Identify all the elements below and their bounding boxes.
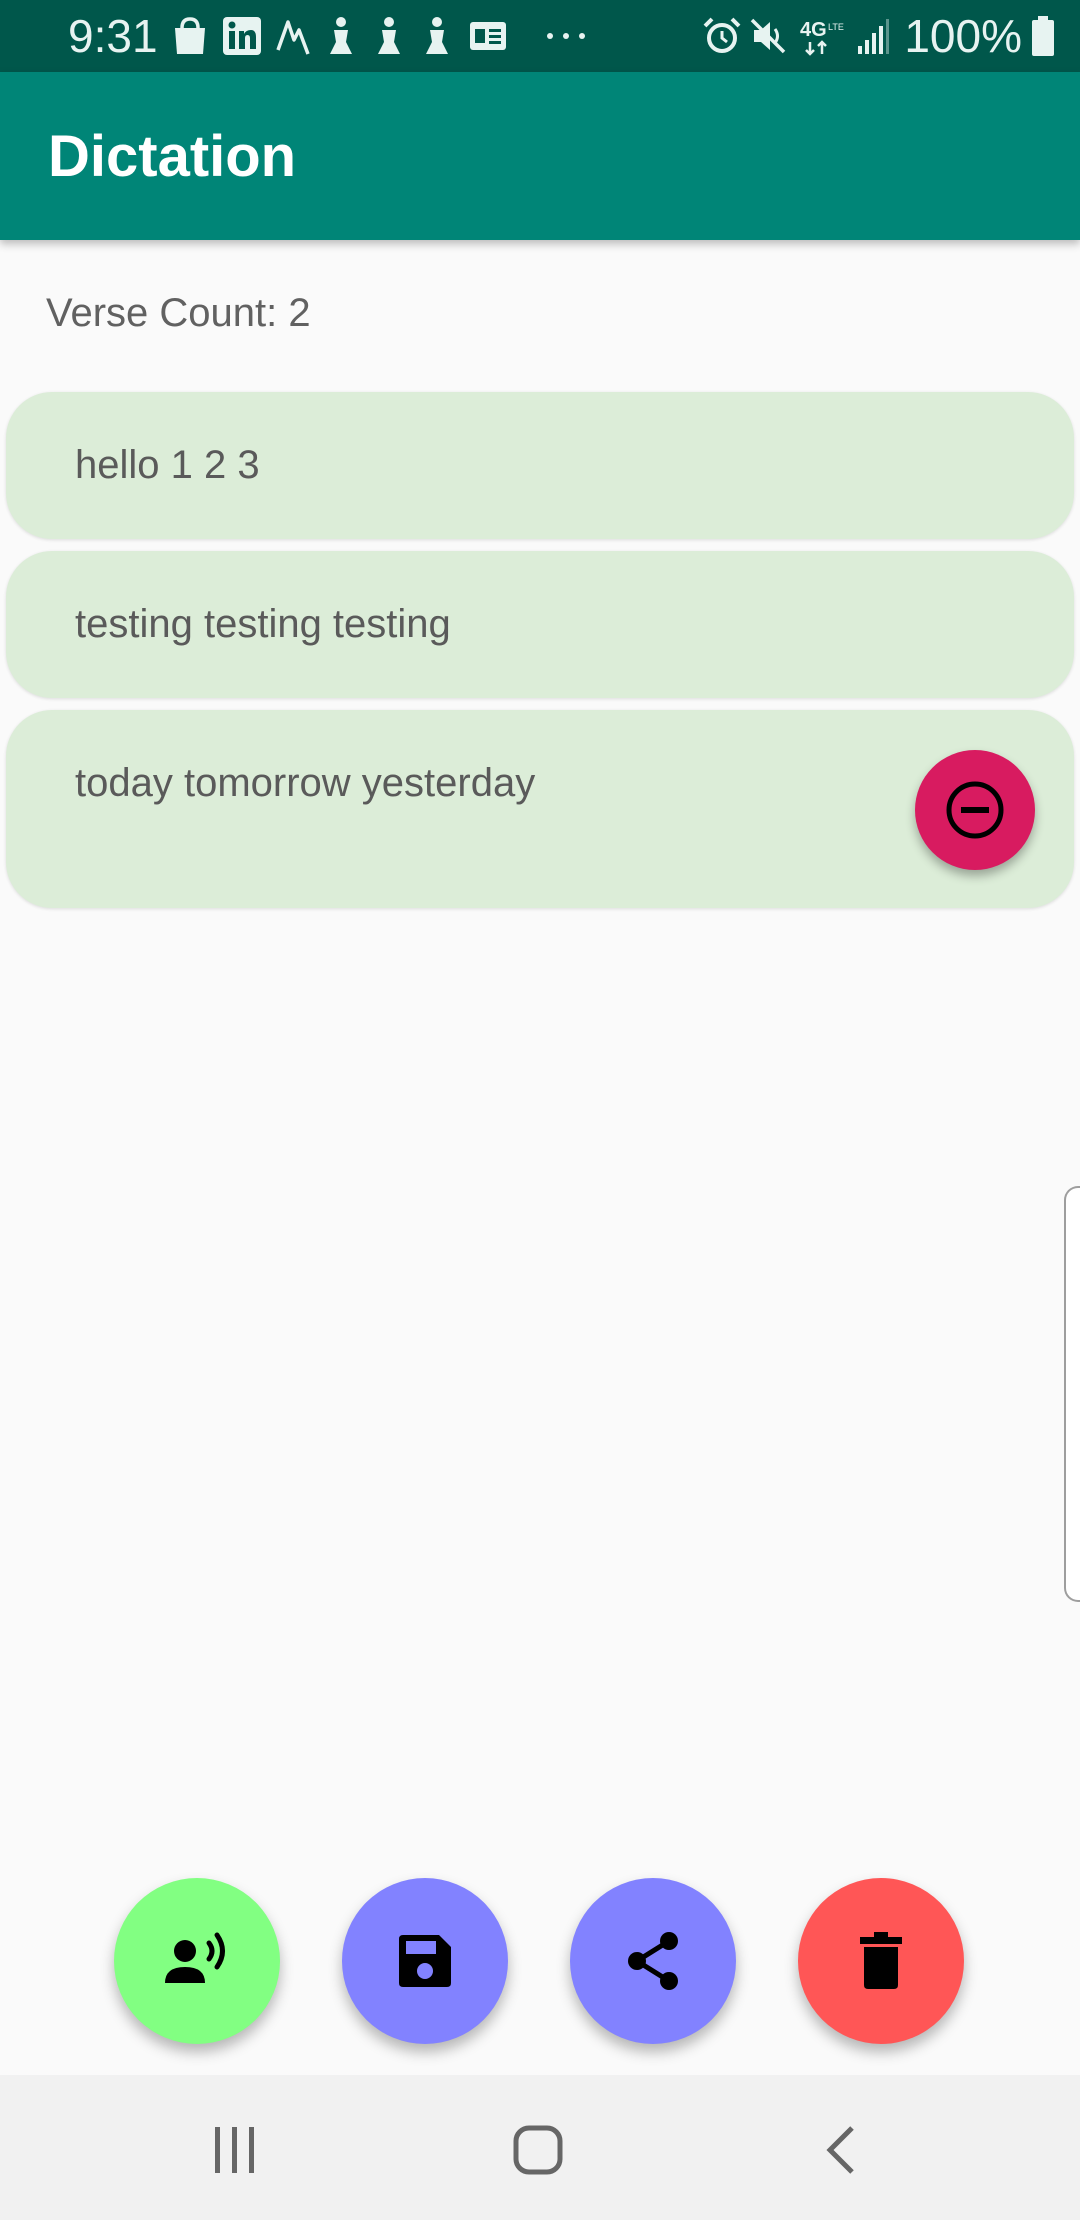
scroll-handle[interactable] bbox=[1064, 1186, 1080, 1602]
verse-text: today tomorrow yesterday bbox=[75, 761, 536, 805]
card-icon bbox=[470, 22, 506, 50]
dictate-button[interactable] bbox=[114, 1878, 280, 2044]
trash-icon bbox=[860, 1932, 902, 1989]
verse-text: hello 1 2 3 bbox=[75, 443, 260, 487]
status-time: 9:31 bbox=[68, 10, 158, 62]
app-bar: Dictation bbox=[0, 72, 1080, 240]
linkedin-icon bbox=[223, 17, 261, 55]
verse-card[interactable]: testing testing testing bbox=[6, 551, 1074, 698]
save-icon bbox=[399, 1935, 451, 1987]
notification-icons bbox=[172, 12, 588, 60]
figure-icon bbox=[330, 17, 352, 54]
battery-icon bbox=[1032, 16, 1054, 56]
app-screen: 9:31 4G LTE 100% Dictation Verse Count: … bbox=[0, 0, 1080, 2220]
navigation-bar bbox=[0, 2075, 1080, 2220]
figure-icon bbox=[426, 17, 448, 54]
verse-card[interactable]: today tomorrow yesterday bbox=[6, 710, 1074, 908]
alarm-icon bbox=[703, 17, 741, 53]
share-icon bbox=[628, 1932, 678, 1990]
back-icon[interactable] bbox=[820, 2125, 860, 2175]
verse-count-label: Verse Count: 2 bbox=[46, 291, 311, 335]
battery-percent: 100% bbox=[904, 10, 1022, 62]
recent-apps-icon[interactable] bbox=[209, 2125, 261, 2175]
save-button[interactable] bbox=[342, 1878, 508, 2044]
minus-circle-icon bbox=[946, 781, 1004, 839]
svg-text:LTE: LTE bbox=[828, 22, 844, 32]
verse-card[interactable]: hello 1 2 3 bbox=[6, 392, 1074, 539]
svg-text:4G: 4G bbox=[800, 19, 827, 41]
home-icon[interactable] bbox=[513, 2125, 563, 2175]
record-voice-icon bbox=[165, 1932, 225, 1983]
status-bar: 9:31 4G LTE 100% bbox=[0, 0, 1080, 72]
remove-verse-button[interactable] bbox=[915, 750, 1035, 870]
verse-text: testing testing testing bbox=[75, 602, 451, 646]
figure-icon bbox=[378, 17, 400, 54]
signal-icon bbox=[858, 19, 890, 54]
mute-icon bbox=[751, 18, 786, 54]
share-button[interactable] bbox=[570, 1878, 736, 2044]
app-title: Dictation bbox=[48, 124, 297, 189]
activity-icon bbox=[276, 20, 310, 55]
shopping-bag-icon bbox=[175, 17, 205, 54]
more-dots-icon bbox=[547, 33, 585, 39]
4g-lte-icon: 4G LTE bbox=[800, 19, 844, 56]
delete-button[interactable] bbox=[798, 1878, 964, 2044]
system-icons: 4G LTE 100% bbox=[702, 12, 1056, 60]
